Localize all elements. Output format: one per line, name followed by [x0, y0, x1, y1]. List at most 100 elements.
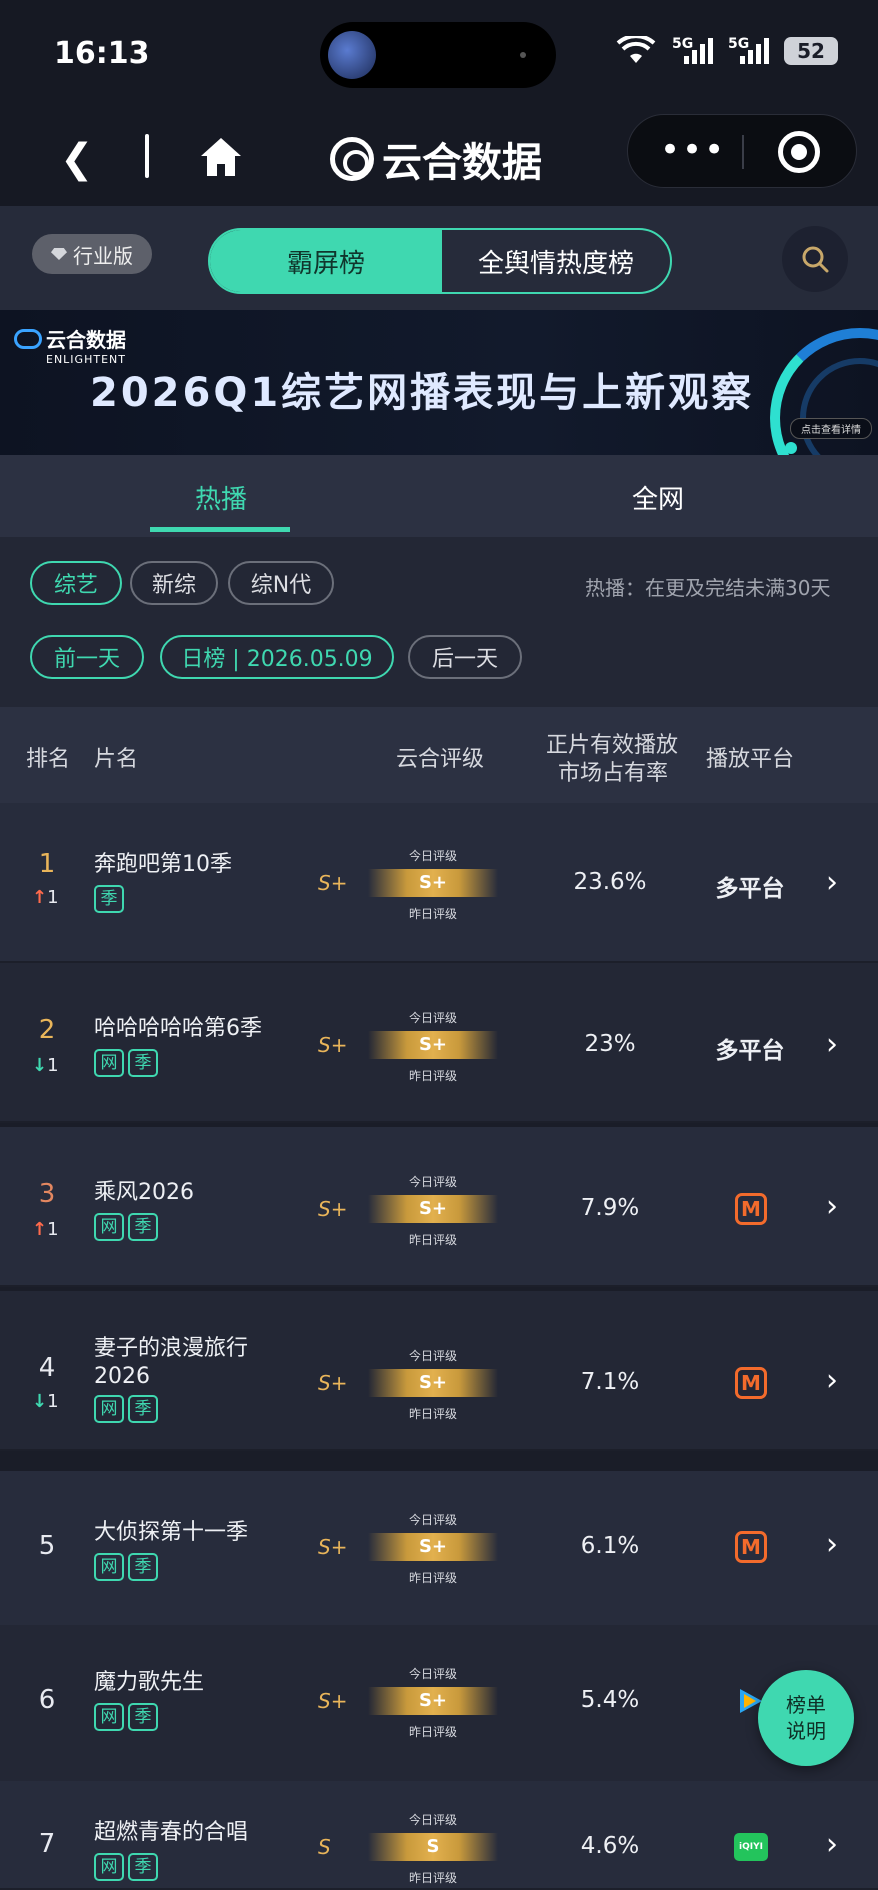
- chevron-right-icon[interactable]: ›: [826, 1827, 838, 1862]
- home-icon[interactable]: [198, 134, 244, 180]
- grade-today: S+: [418, 1690, 448, 1711]
- rank-change-value: 1: [47, 1391, 59, 1412]
- show-tags: 网 季: [94, 1213, 158, 1241]
- grade-caption-today: 今日评级: [408, 1175, 457, 1189]
- filter-chip-new-variety[interactable]: 新综: [130, 561, 218, 605]
- tab-dominance-ranking[interactable]: 霸屏榜: [210, 230, 442, 292]
- grade-badge: 今日评级 S+ 昨日评级: [368, 1009, 498, 1085]
- market-share: 7.1%: [580, 1369, 640, 1395]
- brand-name: 云合数据: [382, 140, 542, 186]
- banner-indicator-dot: [785, 442, 797, 454]
- rank-change: ↓1: [32, 1055, 59, 1076]
- show-tags: 网 季: [94, 1553, 158, 1581]
- grade-today: S: [426, 1836, 440, 1857]
- island-dot: [520, 52, 526, 58]
- chevron-right-icon[interactable]: ›: [826, 1363, 838, 1398]
- show-title: 魔力歌先生: [94, 1670, 205, 1695]
- rank-number: 7: [38, 1829, 56, 1859]
- tag-season: 季: [94, 885, 124, 913]
- prev-grade: S+: [318, 1197, 348, 1221]
- rank-change: ↑1: [32, 887, 59, 908]
- show-tags: 网 季: [94, 1395, 158, 1423]
- market-share: 5.4%: [580, 1687, 640, 1713]
- rank-up-arrow-icon: ↑: [32, 1219, 48, 1240]
- grade-today: S+: [418, 1034, 448, 1055]
- diamond-icon: [51, 248, 67, 260]
- rank-number: 1: [38, 849, 56, 879]
- tag-season: 季: [128, 1049, 158, 1077]
- nav-divider: [145, 134, 149, 178]
- header-rank: 排名: [26, 747, 71, 772]
- tag-online: 网: [94, 1553, 124, 1581]
- header-name: 片名: [94, 747, 139, 772]
- tag-season: 季: [128, 1853, 158, 1881]
- rank-number: 6: [38, 1685, 56, 1715]
- chevron-right-icon[interactable]: ›: [826, 1189, 838, 1224]
- date-selector[interactable]: 日榜 | 2026.05.09: [160, 635, 394, 679]
- show-tags: 网 季: [94, 1853, 158, 1881]
- grade-caption-yesterday: 昨日评级: [408, 1233, 457, 1247]
- back-icon[interactable]: ❮: [60, 136, 94, 182]
- filter-chip-variety[interactable]: 综艺: [30, 561, 122, 605]
- mango-tv-icon: M: [735, 1531, 767, 1563]
- status-bar: 16:13 5G 5G 52: [0, 0, 878, 110]
- chevron-right-icon[interactable]: ›: [826, 1527, 838, 1562]
- tag-season: 季: [128, 1553, 158, 1581]
- show-title: 奔跑吧第10季: [94, 852, 232, 877]
- show-tags: 季: [94, 885, 124, 913]
- banner-detail-button[interactable]: 点击查看详情: [790, 418, 872, 439]
- promo-banner[interactable]: 云合数据 ENLIGHTENT 2026Q1综艺网播表现与上新观察 点击查看详情: [0, 310, 878, 455]
- table-row[interactable]: 6 魔力歌先生 网 季 S+ 今日评级 S+ 昨日评级 5.4%: [0, 1625, 878, 1785]
- grade-caption-today: 今日评级: [408, 1513, 457, 1527]
- search-button[interactable]: [782, 226, 848, 292]
- header-grade: 云合评级: [396, 747, 485, 772]
- grade-caption-yesterday: 昨日评级: [408, 1407, 457, 1421]
- table-row[interactable]: 5 大侦探第十一季 网 季 S+ 今日评级 S+ 昨日评级 6.1% M ›: [0, 1471, 878, 1631]
- ranking-explanation-button[interactable]: 榜单 说明: [758, 1670, 854, 1766]
- edition-badge[interactable]: 行业版: [32, 234, 152, 274]
- filter-hint: 热播：在更及完结未满30天: [585, 576, 831, 600]
- tag-online: 网: [94, 1049, 124, 1077]
- table-header: 排名 片名 云合评级 正片有效播放 市场占有率 播放平台: [0, 707, 878, 803]
- grade-today: S+: [418, 1536, 448, 1557]
- prev-day-button[interactable]: 前一天: [30, 635, 144, 679]
- grade-caption-today: 今日评级: [408, 1813, 457, 1827]
- chevron-right-icon[interactable]: ›: [826, 865, 838, 900]
- grade-caption-today: 今日评级: [408, 849, 457, 863]
- wifi-icon: [616, 36, 656, 63]
- more-icon[interactable]: •••: [660, 133, 726, 167]
- next-day-button[interactable]: 后一天: [408, 635, 522, 679]
- miniprogram-capsule: •••: [627, 114, 857, 188]
- grade-caption-today: 今日评级: [408, 1667, 457, 1681]
- banner-logo-cn: 云合数据: [46, 328, 126, 352]
- show-tags: 网 季: [94, 1049, 158, 1077]
- table-row[interactable]: 4 ↓1 妻子的浪漫旅行 2026 网 季 S+ 今日评级 S+ 昨日评级 7.…: [0, 1291, 878, 1451]
- show-title: 妻子的浪漫旅行 2026: [94, 1335, 248, 1391]
- table-row[interactable]: 1 ↑1 奔跑吧第10季 季 S+ 今日评级 S+ 昨日评级 23.6% 多平台…: [0, 803, 878, 963]
- show-title-line1: 妻子的浪漫旅行: [94, 1336, 249, 1361]
- table-row[interactable]: 2 ↓1 哈哈哈哈哈第6季 网 季 S+ 今日评级 S+ 昨日评级 23% 多平…: [0, 963, 878, 1123]
- grade-caption-yesterday: 昨日评级: [408, 907, 457, 921]
- banner-title: 2026Q1综艺网播表现与上新观察: [90, 370, 755, 416]
- filter-chip-sequel-variety[interactable]: 综N代: [228, 561, 334, 605]
- tag-season: 季: [128, 1395, 158, 1423]
- market-share: 23.6%: [573, 869, 647, 895]
- tab-all-network[interactable]: 全网: [632, 479, 684, 516]
- table-row[interactable]: 3 ↑1 乘风2026 网 季 S+ 今日评级 S+ 昨日评级 7.9% M ›: [0, 1127, 878, 1287]
- tab-public-opinion-ranking[interactable]: 全舆情热度榜: [442, 230, 670, 292]
- table-row[interactable]: 7 超燃青春的合唱 网 季 S 今日评级 S 昨日评级 4.6% iQIYI ›: [0, 1781, 878, 1890]
- nav-bar: ❮ 云合数据 •••: [0, 110, 878, 206]
- grade-badge: 今日评级 S+ 昨日评级: [368, 847, 498, 923]
- chevron-right-icon[interactable]: ›: [826, 1027, 838, 1062]
- brand: 云合数据: [330, 130, 542, 188]
- tab-hot[interactable]: 热播: [195, 479, 247, 516]
- tag-season: 季: [128, 1703, 158, 1731]
- platform-label: 多平台: [715, 1038, 785, 1064]
- search-icon: [802, 246, 829, 273]
- banner-logo-icon: [14, 328, 42, 349]
- close-miniprogram-icon[interactable]: [778, 131, 820, 173]
- grade-today: S+: [418, 1198, 448, 1219]
- tag-online: 网: [94, 1395, 124, 1423]
- prev-grade: S+: [318, 1033, 348, 1057]
- prev-grade: S: [318, 1835, 331, 1859]
